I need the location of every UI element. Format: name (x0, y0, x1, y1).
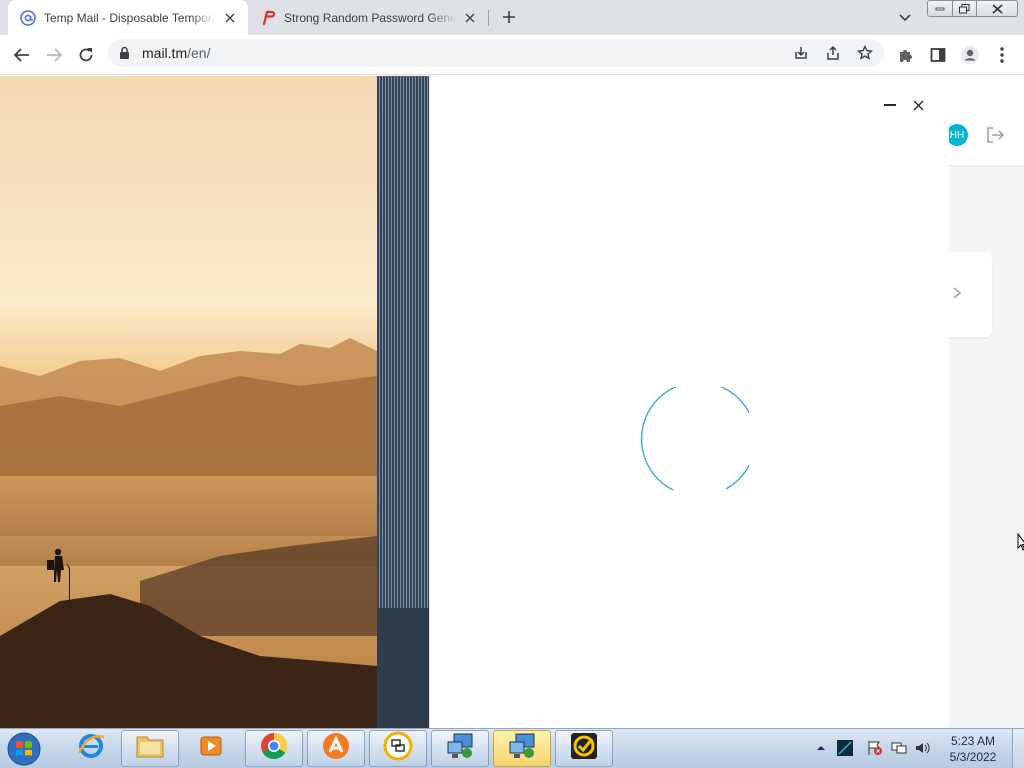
tab-temp-mail[interactable]: Temp Mail - Disposable Temporary Email (8, 0, 248, 35)
show-desktop-button[interactable] (1012, 729, 1024, 768)
internet-explorer-icon (76, 731, 106, 766)
tab-separator (488, 10, 489, 26)
avast-icon (321, 731, 351, 766)
decorative-stripes (377, 76, 429, 728)
tab-title: Strong Random Password Generator (284, 10, 456, 25)
install-app-icon[interactable] (791, 43, 811, 63)
chevron-right-icon[interactable] (952, 286, 962, 305)
taskbar-media-player[interactable] (182, 730, 240, 767)
logout-icon[interactable] (985, 125, 1005, 150)
tab-strip: Temp Mail - Disposable Temporary Email S… (0, 0, 1024, 35)
taskbar-windows-explorer[interactable] (121, 730, 179, 767)
profile-icon[interactable] (956, 41, 984, 69)
taskbar-norton[interactable] (555, 730, 613, 767)
norton-checkmark-icon (569, 731, 599, 766)
remote-desktop-icon (445, 731, 475, 766)
taskbar-avast[interactable] (307, 730, 365, 767)
minimize-window-button[interactable] (927, 0, 953, 17)
loading-spinner (633, 381, 757, 503)
tray-app-icon[interactable] (836, 739, 854, 757)
taskbar-remote-desktop-1[interactable] (431, 730, 489, 767)
hiker-sunset-image (0, 76, 377, 728)
page-content: HH (0, 76, 1024, 728)
taskbar-internet-explorer[interactable] (62, 730, 120, 767)
windows-taskbar: 5:23 AM 5/3/2022 (0, 728, 1024, 768)
taskbar-chrome[interactable] (245, 730, 303, 767)
media-player-icon (198, 733, 224, 764)
bookmark-star-icon[interactable] (855, 43, 875, 63)
password-generator-icon (260, 10, 276, 26)
user-avatar[interactable]: HH (946, 124, 968, 146)
network-tool-icon (383, 731, 413, 766)
show-hidden-icons-arrow[interactable] (812, 739, 830, 757)
mouse-cursor-icon (1017, 532, 1024, 556)
auth-modal (429, 76, 949, 728)
lock-icon[interactable] (119, 46, 130, 64)
reload-button[interactable] (72, 41, 100, 69)
remote-desktop-icon (507, 731, 537, 766)
side-panel-icon[interactable] (924, 41, 952, 69)
share-icon[interactable] (823, 43, 843, 63)
at-sign-icon (20, 9, 36, 26)
folder-icon (135, 733, 165, 764)
system-clock[interactable]: 5:23 AM 5/3/2022 (943, 733, 1003, 765)
clock-time: 5:23 AM (950, 734, 996, 748)
start-button[interactable] (3, 730, 45, 768)
chrome-menu-icon[interactable] (988, 41, 1016, 69)
url-text: mail.tm/en/ (142, 45, 210, 61)
taskbar-network-tool[interactable] (369, 730, 427, 767)
close-tab-icon[interactable] (222, 10, 238, 26)
url-host: mail.tm (142, 45, 188, 61)
minimize-modal-button[interactable] (881, 96, 899, 114)
url-path: /en/ (187, 45, 211, 61)
chrome-icon (259, 731, 289, 766)
close-modal-button[interactable] (909, 96, 927, 114)
network-icon[interactable] (890, 739, 908, 757)
tab-title: Temp Mail - Disposable Temporary Email (44, 10, 216, 25)
extensions-puzzle-icon[interactable] (892, 41, 920, 69)
volume-icon[interactable] (913, 739, 931, 757)
tab-search-chevron-icon[interactable] (895, 8, 915, 28)
close-tab-icon[interactable] (462, 10, 478, 26)
forward-button[interactable] (40, 41, 68, 69)
close-window-button[interactable] (976, 0, 1018, 17)
back-button[interactable] (8, 41, 36, 69)
restore-window-button[interactable] (952, 0, 977, 17)
modal-backdrop (0, 76, 949, 728)
action-center-flag-icon[interactable] (866, 739, 884, 757)
tab-password-generator[interactable]: Strong Random Password Generator (248, 0, 488, 35)
taskbar-remote-desktop-2[interactable] (493, 730, 551, 767)
new-tab-button[interactable] (498, 6, 520, 28)
address-bar[interactable]: mail.tm/en/ (108, 39, 884, 67)
clock-date: 5/3/2022 (949, 750, 997, 764)
